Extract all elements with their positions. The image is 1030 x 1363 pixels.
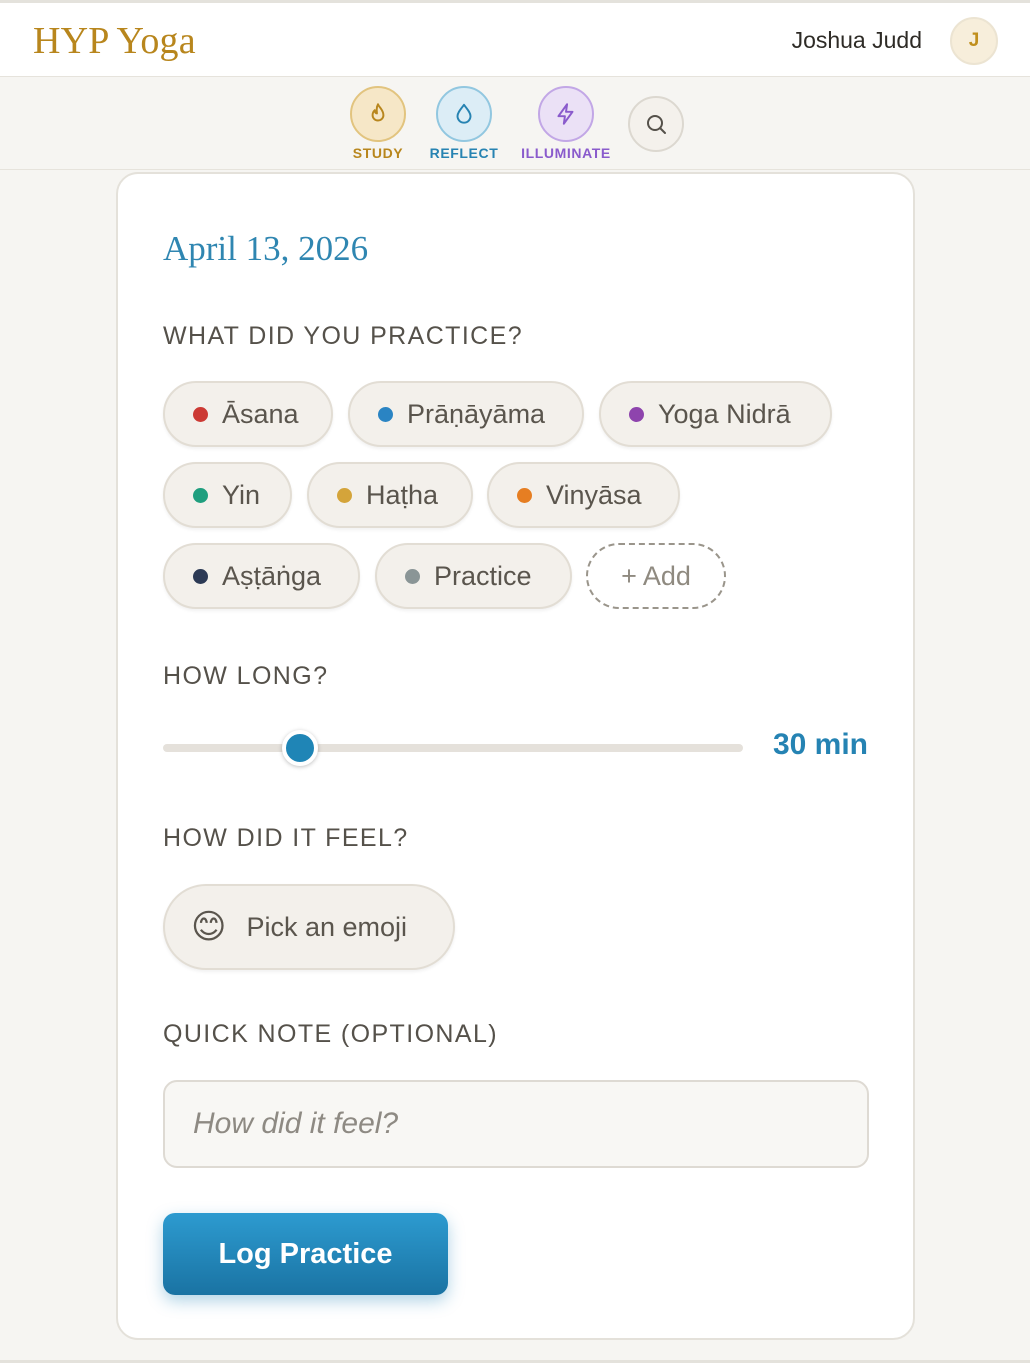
brand-logo[interactable]: HYP Yoga xyxy=(33,19,196,63)
chip-label: Vinyāsa xyxy=(546,479,642,510)
note-heading: QUICK NOTE (OPTIONAL) xyxy=(163,1020,498,1048)
practice-chip-practice[interactable]: Practice xyxy=(375,543,572,609)
nav-study[interactable]: STUDY xyxy=(345,86,411,161)
practice-log-card: April 13, 2026 WHAT DID YOU PRACTICE? Ās… xyxy=(116,172,915,1340)
flame-icon xyxy=(350,86,406,142)
droplet-icon xyxy=(436,86,492,142)
app-header: HYP Yoga Joshua Judd J xyxy=(0,3,1030,77)
nav-study-label: STUDY xyxy=(352,145,404,161)
duration-value: 30 min xyxy=(772,728,868,761)
chip-label: Practice xyxy=(434,560,532,591)
avatar[interactable]: J xyxy=(950,17,998,65)
practice-chip-vinyasa[interactable]: Vinyāsa xyxy=(487,462,680,528)
user-name: Joshua Judd xyxy=(791,27,922,53)
nav-illuminate[interactable]: ILLUMINATE xyxy=(515,86,617,161)
practice-chip-astanga[interactable]: Aṣṭāṅga xyxy=(163,543,360,609)
nav-illuminate-label: ILLUMINATE xyxy=(521,145,611,161)
nav-reflect[interactable]: REFLECT xyxy=(425,86,503,161)
chip-label: Aṣṭāṅga xyxy=(222,560,322,591)
practice-chip-yin[interactable]: Yin xyxy=(163,462,292,528)
duration-slider-track[interactable] xyxy=(163,744,743,752)
chip-label: Haṭha xyxy=(366,479,439,510)
search-icon xyxy=(647,115,666,134)
color-dot xyxy=(405,568,420,584)
smiley-icon: 😊 xyxy=(191,908,227,946)
nav-reflect-label: REFLECT xyxy=(429,145,499,161)
quick-note-input[interactable] xyxy=(163,1080,869,1168)
color-dot xyxy=(517,487,532,503)
duration-heading: HOW LONG? xyxy=(163,662,329,690)
color-dot xyxy=(193,487,208,503)
practice-chip-asana[interactable]: Āsana xyxy=(163,381,333,447)
emoji-button-label: Pick an emoji xyxy=(246,911,408,942)
chip-label: Yin xyxy=(222,479,261,510)
color-dot xyxy=(337,487,352,503)
chip-label: Āsana xyxy=(222,398,299,429)
emoji-picker-button[interactable]: 😊 Pick an emoji xyxy=(163,884,455,970)
color-dot xyxy=(629,406,644,422)
practice-chip-yoga-nidra[interactable]: Yoga Nidrā xyxy=(599,381,832,447)
entry-date: April 13, 2026 xyxy=(163,229,369,268)
practice-chip-pranayama[interactable]: Prāṇāyāma xyxy=(348,381,584,447)
chip-label: Yoga Nidrā xyxy=(658,398,791,429)
add-practice-button[interactable]: + Add xyxy=(586,543,726,609)
duration-slider-thumb[interactable] xyxy=(282,730,318,766)
feel-heading: HOW DID IT FEEL? xyxy=(163,824,409,852)
color-dot xyxy=(193,568,208,584)
practice-heading: WHAT DID YOU PRACTICE? xyxy=(163,322,524,350)
color-dot xyxy=(378,406,393,422)
section-nav: STUDY REFLECT ILLUMINATE xyxy=(0,77,1030,170)
log-practice-button[interactable]: Log Practice xyxy=(163,1213,448,1295)
lightning-icon xyxy=(538,86,594,142)
search-button[interactable] xyxy=(628,96,684,152)
practice-chip-hatha[interactable]: Haṭha xyxy=(307,462,473,528)
color-dot xyxy=(193,406,208,422)
chip-label: Prāṇāyāma xyxy=(407,398,546,429)
